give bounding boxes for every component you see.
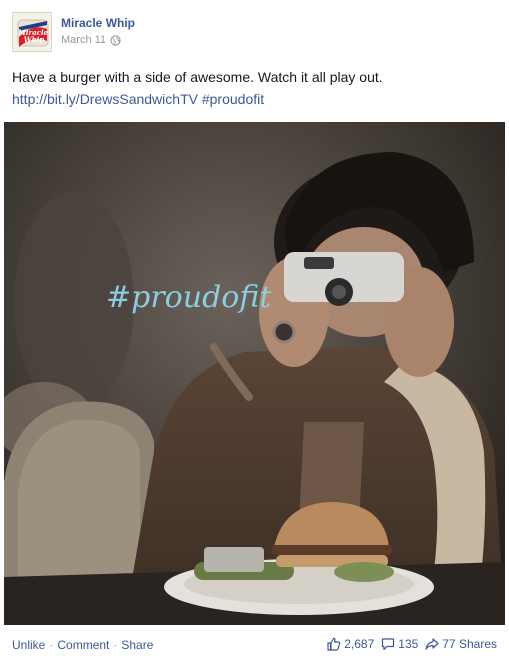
post-link[interactable]: http://bit.ly/DrewsSandwichTV (12, 91, 198, 107)
photo-overlay-hashtag: #proudofit (106, 280, 272, 315)
post-photo[interactable]: #proudofit (4, 122, 505, 625)
author-name[interactable]: Miracle Whip (61, 16, 135, 30)
share-arrow-icon (425, 638, 439, 650)
action-separator: · (49, 638, 54, 652)
share-count[interactable]: 77 Shares (442, 637, 497, 651)
globe-icon (110, 34, 121, 46)
avatar[interactable]: Miracle Whip (12, 12, 52, 52)
post-body-text: Have a burger with a side of awesome. Wa… (12, 69, 383, 85)
post-stats: 2,687 135 77 Shares (327, 637, 497, 651)
post-message: Have a burger with a side of awesome. Wa… (12, 66, 497, 110)
like-count[interactable]: 2,687 (344, 637, 374, 651)
comment-link[interactable]: Comment (57, 638, 109, 652)
svg-text:Whip: Whip (24, 35, 45, 44)
post-header: Miracle Whip Miracle Whip March 11 (12, 12, 492, 56)
miracle-whip-logo: Miracle Whip (13, 13, 51, 51)
action-separator: · (113, 638, 118, 652)
post-actions: Unlike · Comment · Share (12, 638, 153, 652)
post-date[interactable]: March 11 (61, 34, 106, 46)
comment-count[interactable]: 135 (398, 637, 418, 651)
post-meta: March 11 (61, 34, 121, 46)
photo-illustration: #proudofit (4, 122, 505, 625)
share-link[interactable]: Share (121, 638, 153, 652)
comment-bubble-icon (382, 638, 395, 651)
post-footer: Unlike · Comment · Share 2,687 135 77 Sh… (12, 636, 497, 654)
hashtag-link[interactable]: #proudofit (202, 91, 264, 107)
post-links-line: http://bit.ly/DrewsSandwichTV #proudofit (12, 88, 497, 110)
like-thumb-icon (327, 637, 341, 651)
unlike-link[interactable]: Unlike (12, 638, 45, 652)
